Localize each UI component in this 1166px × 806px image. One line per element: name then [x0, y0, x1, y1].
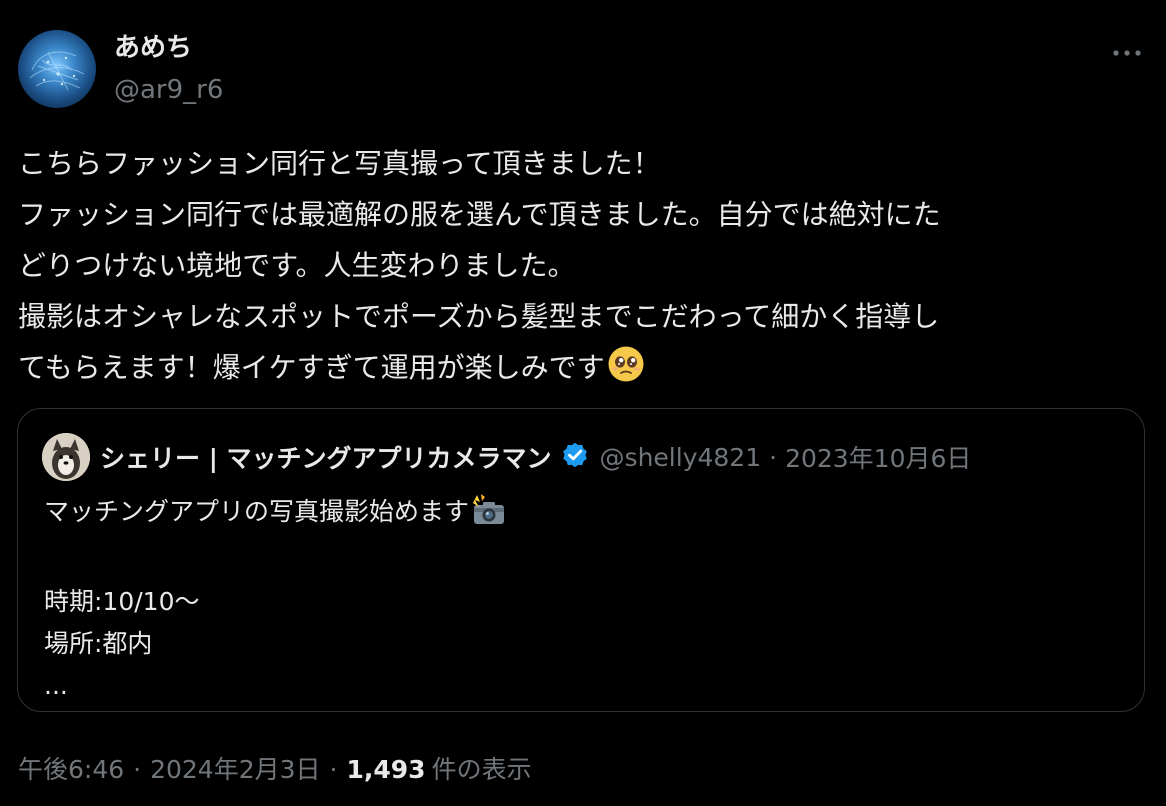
quoted-text-line — [44, 539, 507, 581]
separator-dot: · — [329, 755, 338, 784]
quoted-author-handle[interactable]: @shelly4821 — [600, 443, 762, 472]
quoted-post-text: マッチングアプリの写真撮影始めます 時期:10/10〜 場所:都内 ... — [44, 491, 507, 707]
separator-dot: · — [769, 442, 778, 472]
more-options-button[interactable] — [1104, 34, 1150, 68]
post-text-line: ファッション同行では最適解の服を選んで頂きました。自分では絶対にた — [18, 198, 941, 231]
author-handle[interactable]: @ar9_r6 — [114, 72, 223, 108]
quoted-text-line: マッチングアプリの写真撮影始めます — [44, 497, 470, 526]
quoted-author-name[interactable]: シェリー | マッチングアプリカメラマン — [100, 439, 552, 475]
post-text-line: こちらファッション同行と写真撮って頂きました！ — [18, 147, 661, 180]
more-horizontal-icon — [1112, 42, 1142, 61]
post-date[interactable]: 2024年2月3日 — [150, 755, 320, 784]
post-text-line: てもらえます！爆イケすぎて運用が楽しみです — [18, 351, 605, 384]
quoted-text-line: 場所:都内 — [44, 629, 153, 658]
post-text-line-last: てもらえます！爆イケすぎて運用が楽しみです — [18, 342, 1148, 399]
views-count[interactable]: 1,493 — [346, 755, 425, 784]
camera-with-flash-emoji — [471, 494, 507, 539]
post-time[interactable]: 午後6:46 — [18, 755, 124, 784]
pleading-face-emoji — [607, 345, 645, 399]
separator-dot: · — [133, 755, 142, 784]
verified-badge-icon — [560, 440, 590, 474]
quoted-post-header: シェリー | マッチングアプリカメラマン @shelly4821 · 2023年… — [100, 435, 971, 479]
quoted-post-card[interactable]: シェリー | マッチングアプリカメラマン @shelly4821 · 2023年… — [17, 408, 1145, 712]
quoted-author-avatar[interactable] — [42, 433, 90, 481]
quoted-text-line-first: マッチングアプリの写真撮影始めます — [44, 491, 507, 539]
author-avatar[interactable] — [18, 30, 96, 108]
quoted-post-date[interactable]: 2023年10月6日 — [785, 439, 971, 475]
post-text: こちらファッション同行と写真撮って頂きました！ ファッション同行では最適解の服を… — [18, 138, 1148, 399]
post-text-line: どりつけない境地です。人生変わりました。 — [18, 249, 576, 282]
author-display-name[interactable]: あめち — [114, 30, 192, 66]
quoted-text-ellipsis: ... — [44, 671, 68, 700]
quoted-text-line: 時期:10/10〜 — [44, 587, 200, 616]
views-label: 件の表示 — [431, 755, 532, 784]
post-text-line: 撮影はオシャレなスポットでポーズから髪型までこだわって細かく指導し — [18, 300, 940, 333]
post-meta-footer: 午後6:46 · 2024年2月3日 · 1,493 件の表示 — [18, 750, 532, 790]
